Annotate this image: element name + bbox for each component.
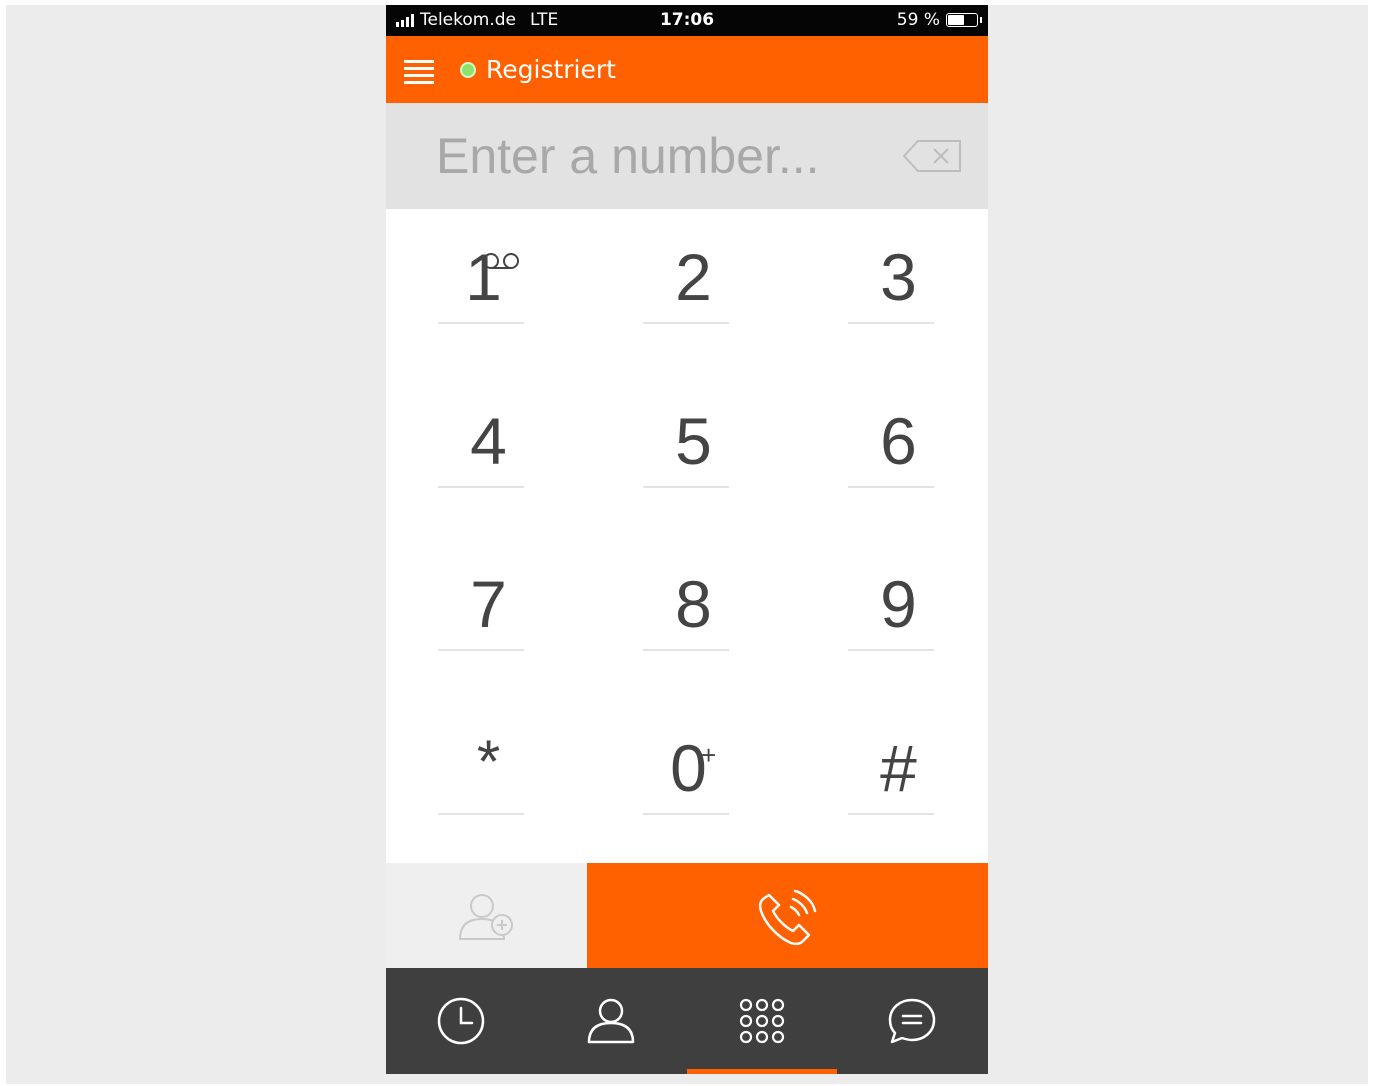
tab-messages[interactable] — [837, 968, 987, 1074]
person-icon — [587, 998, 635, 1044]
key-digit: 5 — [675, 404, 712, 478]
key-underline — [438, 486, 524, 488]
registration-status: Registriert — [460, 55, 616, 84]
key-star[interactable]: * — [386, 700, 591, 863]
key-digit: 1 — [465, 240, 502, 314]
number-input[interactable] — [434, 123, 888, 189]
battery-percent: 59 % — [896, 10, 940, 30]
action-row — [386, 863, 988, 968]
key-2[interactable]: 2 — [591, 209, 796, 372]
key-1[interactable]: 1 — [386, 209, 591, 372]
clock-icon — [437, 997, 485, 1045]
key-underline — [643, 486, 729, 488]
key-9[interactable]: 9 — [796, 536, 988, 699]
key-digit: # — [880, 731, 917, 805]
registration-label: Registriert — [486, 55, 616, 84]
plus-superscript: + — [701, 740, 717, 770]
key-underline — [643, 322, 729, 324]
key-digit: 7 — [470, 567, 507, 641]
tab-recents[interactable] — [386, 968, 536, 1074]
key-digit: 8 — [675, 567, 712, 641]
add-contact-icon — [458, 894, 513, 940]
key-digit: 6 — [880, 404, 917, 478]
key-digit: 4 — [470, 404, 507, 478]
tab-contacts[interactable] — [536, 968, 686, 1074]
key-hash[interactable]: # — [796, 700, 988, 863]
key-underline — [848, 322, 934, 324]
key-underline — [438, 649, 524, 651]
key-digit: 0 — [670, 731, 707, 805]
key-digit: 3 — [880, 240, 917, 314]
key-underline — [848, 486, 934, 488]
key-underline — [643, 649, 729, 651]
key-7[interactable]: 7 — [386, 536, 591, 699]
chat-bubble-icon — [888, 998, 936, 1044]
key-digit: * — [476, 728, 501, 795]
key-8[interactable]: 8 — [591, 536, 796, 699]
phone-call-icon — [758, 889, 817, 946]
status-bar: Telekom.de LTE 17:06 59 % — [386, 5, 988, 36]
key-underline — [438, 322, 524, 324]
dial-keypad: 1 2 3 4 5 6 7 8 9 * 0 + # — [386, 209, 988, 863]
key-underline — [848, 649, 934, 651]
phone-screen: Telekom.de LTE 17:06 59 % Registriert En… — [386, 5, 988, 1074]
key-5[interactable]: 5 — [591, 373, 796, 536]
keypad-grid-icon — [739, 998, 785, 1044]
tab-keypad[interactable] — [687, 968, 837, 1074]
number-entry-bar — [386, 103, 988, 209]
key-0[interactable]: 0 + — [591, 700, 796, 863]
key-underline — [848, 813, 934, 815]
battery-icon — [946, 13, 982, 27]
bottom-tab-bar — [386, 968, 988, 1074]
app-header: Registriert — [386, 36, 988, 103]
key-digit: 9 — [880, 567, 917, 641]
key-6[interactable]: 6 — [796, 373, 988, 536]
key-underline — [643, 813, 729, 815]
call-button[interactable] — [587, 863, 988, 968]
key-digit: 2 — [675, 240, 712, 314]
key-underline — [438, 813, 524, 815]
key-4[interactable]: 4 — [386, 373, 591, 536]
menu-icon[interactable] — [404, 57, 434, 87]
voicemail-icon — [483, 253, 519, 269]
key-3[interactable]: 3 — [796, 209, 988, 372]
status-right: 59 % — [896, 10, 982, 30]
status-indicator-dot — [460, 61, 476, 78]
backspace-icon[interactable] — [902, 139, 964, 173]
add-contact-button[interactable] — [386, 863, 587, 968]
active-tab-indicator — [687, 1069, 837, 1074]
